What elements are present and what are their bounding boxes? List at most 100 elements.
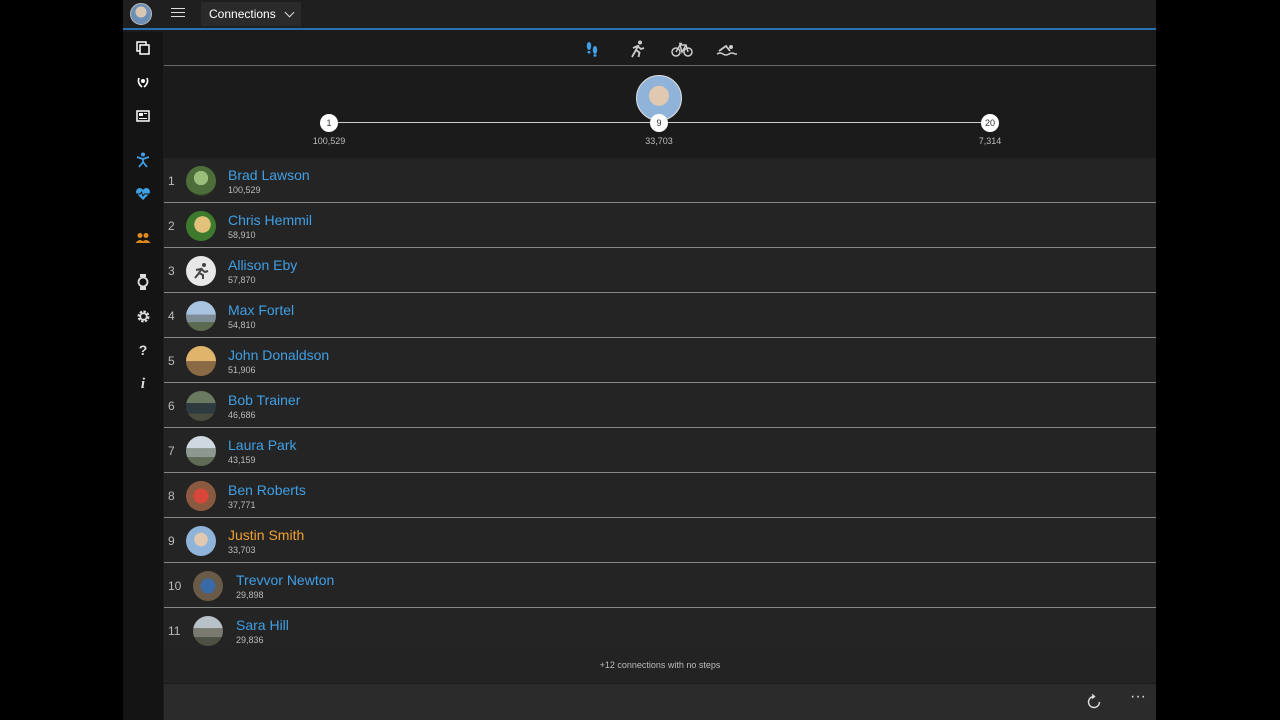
avatar[interactable] bbox=[193, 571, 223, 601]
connection-name[interactable]: Bob Trainer bbox=[228, 392, 300, 408]
step-count: 100,529 bbox=[228, 185, 261, 195]
sidebar: ? i bbox=[123, 32, 163, 720]
more-options-button[interactable]: ··· bbox=[1128, 689, 1148, 712]
sidebar-item-health[interactable] bbox=[123, 179, 163, 209]
list-item[interactable]: 2 Chris Hemmil 58,910 bbox=[164, 203, 1156, 248]
sidebar-item-snapshots[interactable] bbox=[123, 33, 163, 63]
avatar[interactable] bbox=[186, 526, 216, 556]
avatar[interactable] bbox=[186, 391, 216, 421]
no-steps-note: +12 connections with no steps bbox=[164, 647, 1156, 683]
heart-pulse-icon bbox=[136, 188, 150, 200]
connection-name[interactable]: Laura Park bbox=[228, 437, 296, 453]
bicycle-icon bbox=[671, 42, 693, 57]
avatar[interactable] bbox=[186, 346, 216, 376]
rank-number: 9 bbox=[168, 534, 175, 548]
activity-tabs bbox=[164, 32, 1156, 66]
progress-marker-current-value: 33,703 bbox=[645, 136, 673, 146]
connection-name[interactable]: Allison Eby bbox=[228, 257, 297, 273]
connection-name[interactable]: Trevvor Newton bbox=[236, 572, 334, 588]
connection-name[interactable]: Ben Roberts bbox=[228, 482, 306, 498]
info-icon[interactable]: i bbox=[123, 369, 163, 399]
step-count: 46,686 bbox=[228, 410, 256, 420]
rank-number: 4 bbox=[168, 309, 175, 323]
rank-number: 5 bbox=[168, 354, 175, 368]
copy-icon bbox=[136, 41, 150, 55]
main-content: 1 100,529 9 33,703 20 7,314 1 Brad Lawso… bbox=[164, 32, 1156, 720]
refresh-button[interactable] bbox=[1084, 692, 1104, 712]
step-count: 51,906 bbox=[228, 365, 256, 375]
top-bar: Connections bbox=[123, 0, 1156, 30]
runner-icon bbox=[631, 40, 645, 58]
list-item[interactable]: 1 Brad Lawson 100,529 bbox=[164, 158, 1156, 203]
avatar[interactable] bbox=[186, 481, 216, 511]
laurel-icon bbox=[137, 77, 149, 88]
tab-steps[interactable] bbox=[580, 38, 604, 60]
step-count: 43,159 bbox=[228, 455, 256, 465]
list-item[interactable]: 5 John Donaldson 51,906 bbox=[164, 338, 1156, 383]
rank-number: 1 bbox=[168, 174, 175, 188]
progress-marker-last: 20 bbox=[981, 114, 999, 132]
page-selector-dropdown[interactable]: Connections bbox=[201, 2, 301, 26]
step-count: 58,910 bbox=[228, 230, 256, 240]
list-item[interactable]: 10 Trevvor Newton 29,898 bbox=[164, 563, 1156, 608]
step-count: 37,771 bbox=[228, 500, 256, 510]
progress-marker-last-value: 7,314 bbox=[978, 136, 1002, 146]
list-item[interactable]: 7 Laura Park 43,159 bbox=[164, 428, 1156, 473]
refresh-icon bbox=[1087, 694, 1101, 709]
help-icon[interactable]: ? bbox=[123, 335, 163, 365]
sidebar-item-activities[interactable] bbox=[123, 145, 163, 175]
list-item[interactable]: 11 Sara Hill 29,836 bbox=[164, 608, 1156, 652]
person-active-icon bbox=[136, 152, 150, 168]
avatar[interactable] bbox=[186, 301, 216, 331]
sidebar-item-settings[interactable] bbox=[123, 301, 163, 331]
avatar[interactable] bbox=[186, 256, 216, 286]
page-selector-label: Connections bbox=[209, 7, 276, 21]
leaderboard-list: 1 Brad Lawson 100,529 2 Chris Hemmil 58,… bbox=[164, 158, 1156, 652]
hamburger-menu-icon[interactable] bbox=[171, 8, 185, 20]
swimmer-icon bbox=[716, 44, 737, 56]
connection-name[interactable]: Chris Hemmil bbox=[228, 212, 312, 228]
tab-cycling[interactable] bbox=[670, 38, 694, 60]
list-item[interactable]: 4 Max Fortel 54,810 bbox=[164, 293, 1156, 338]
step-count: 57,870 bbox=[228, 275, 256, 285]
sidebar-item-devices[interactable] bbox=[123, 267, 163, 297]
profile-avatar[interactable] bbox=[130, 3, 152, 25]
connection-name[interactable]: Max Fortel bbox=[228, 302, 294, 318]
step-count: 29,836 bbox=[236, 635, 264, 645]
list-item[interactable]: 3 Allison Eby 57,870 bbox=[164, 248, 1156, 293]
connection-name[interactable]: Brad Lawson bbox=[228, 167, 310, 183]
list-item[interactable]: 6 Bob Trainer 46,686 bbox=[164, 383, 1156, 428]
rank-number: 6 bbox=[168, 399, 175, 413]
progress-marker-first-value: 100,529 bbox=[312, 136, 346, 146]
connection-name[interactable]: John Donaldson bbox=[228, 347, 329, 363]
chevron-down-icon bbox=[284, 7, 295, 17]
progress-marker-current: 9 bbox=[650, 114, 668, 132]
sidebar-item-connections[interactable] bbox=[123, 223, 163, 253]
progress-marker-first: 1 bbox=[320, 114, 338, 132]
step-count: 54,810 bbox=[228, 320, 256, 330]
step-count: 29,898 bbox=[236, 590, 264, 600]
tab-running[interactable] bbox=[625, 38, 649, 60]
people-icon bbox=[135, 233, 151, 243]
connection-name[interactable]: Justin Smith bbox=[228, 527, 304, 543]
avatar[interactable] bbox=[186, 211, 216, 241]
avatar[interactable] bbox=[186, 436, 216, 466]
avatar[interactable] bbox=[193, 616, 223, 646]
rank-number: 2 bbox=[168, 219, 175, 233]
gear-icon bbox=[137, 310, 149, 322]
newspaper-icon bbox=[136, 110, 150, 122]
sidebar-item-badges[interactable] bbox=[123, 67, 163, 97]
list-item-current-user[interactable]: 9 Justin Smith 33,703 bbox=[164, 518, 1156, 563]
footsteps-icon bbox=[586, 42, 598, 57]
connection-name[interactable]: Sara Hill bbox=[236, 617, 289, 633]
app-window: Connections ? i 1 100,529 9 33,703 20 7,… bbox=[123, 0, 1156, 720]
rank-number: 3 bbox=[168, 264, 175, 278]
avatar[interactable] bbox=[186, 166, 216, 196]
rank-number: 7 bbox=[168, 444, 175, 458]
default-runner-icon bbox=[194, 263, 209, 279]
tab-swimming[interactable] bbox=[715, 38, 739, 60]
list-item[interactable]: 8 Ben Roberts 37,771 bbox=[164, 473, 1156, 518]
bottom-app-bar: ··· bbox=[164, 684, 1156, 720]
rank-number: 11 bbox=[168, 624, 181, 638]
sidebar-item-newsfeed[interactable] bbox=[123, 101, 163, 131]
